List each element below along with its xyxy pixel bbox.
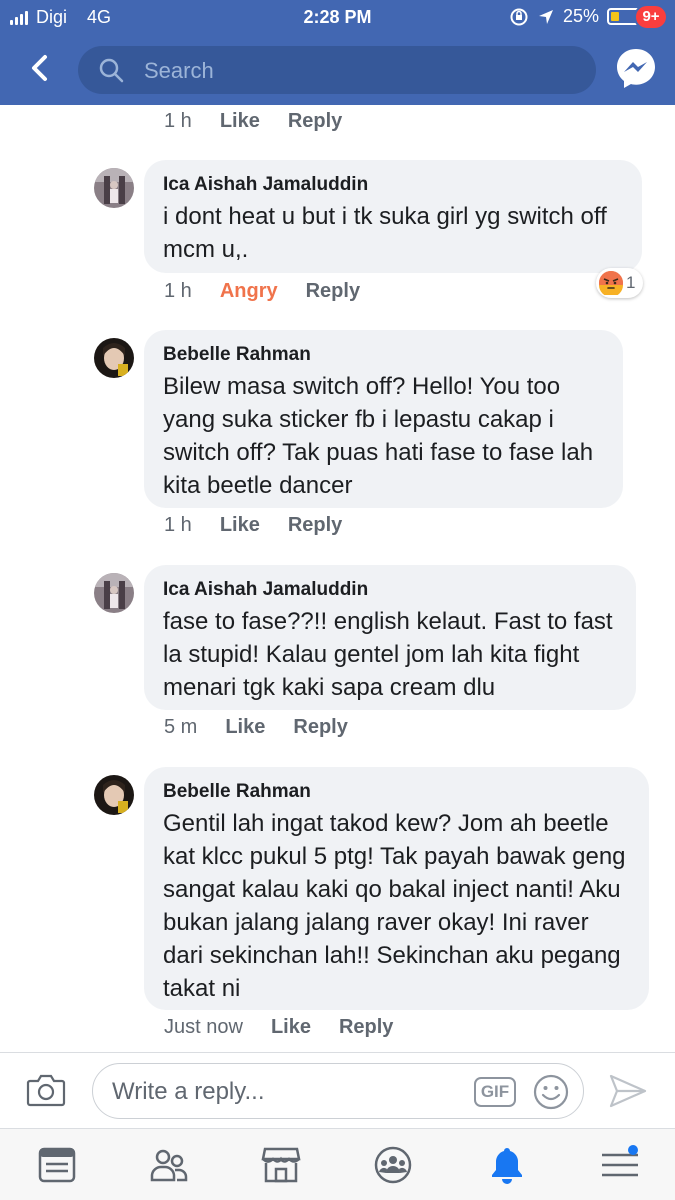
top-bar: Digi 4G 2:28 PM 25% Search 9+	[0, 0, 675, 105]
comment-author[interactable]: Bebelle Rahman	[163, 779, 629, 805]
status-bar: Digi 4G 2:28 PM 25%	[0, 0, 675, 36]
comment-author[interactable]: Ica Aishah Jamaluddin	[163, 172, 622, 198]
marketplace-icon[interactable]	[261, 1145, 301, 1185]
like-button[interactable]: Like	[271, 1016, 311, 1039]
comment-text: Bilew masa switch off? Hello! You too ya…	[163, 373, 594, 499]
angry-reaction-button[interactable]: Angry	[220, 280, 278, 303]
comment-time: 1 h	[164, 280, 192, 302]
comment-text: fase to fase??!! english kelaut. Fast to…	[163, 608, 613, 701]
reply-button[interactable]: Reply	[306, 280, 360, 303]
comment-bubble: Bebelle Rahman Bilew masa switch off? He…	[144, 330, 623, 508]
comment-bubble: Ica Aishah Jamaluddin fase to fase??!! e…	[144, 565, 636, 710]
comment-actions: 1 h Like Reply	[164, 514, 342, 537]
comment-thread-screen: Digi 4G 2:28 PM 25% Search 9+ 1 h Like R…	[0, 0, 675, 1200]
avatar[interactable]	[94, 573, 134, 613]
comment-actions: 1 h Like Reply	[164, 110, 342, 133]
reply-button[interactable]: Reply	[288, 514, 342, 537]
comment-author[interactable]: Ica Aishah Jamaluddin	[163, 577, 616, 603]
menu-icon[interactable]	[600, 1145, 640, 1185]
comment-actions: 1 h Angry Reply	[164, 280, 360, 303]
back-arrow-icon[interactable]	[22, 50, 58, 86]
avatar[interactable]	[94, 168, 134, 208]
messenger-badge: 9+	[634, 4, 668, 30]
location-icon	[538, 9, 553, 24]
avatar-photo	[94, 168, 134, 208]
reaction-summary[interactable]: 1	[596, 268, 644, 298]
search-placeholder: Search	[144, 58, 214, 83]
friends-icon[interactable]	[149, 1145, 189, 1185]
orientation-lock-icon	[510, 8, 528, 25]
notifications-bell-icon[interactable]	[487, 1145, 527, 1185]
avatar-photo	[94, 573, 134, 613]
comment-time: 1 h	[164, 110, 192, 132]
navigation-bar: Search	[0, 36, 675, 105]
camera-icon[interactable]	[26, 1073, 66, 1107]
comment-bubble: Ica Aishah Jamaluddin i dont heat u but …	[144, 160, 642, 273]
reply-composer: Write a reply... GIF	[0, 1052, 675, 1128]
search-icon	[99, 58, 124, 83]
battery-percent: 25%	[562, 6, 599, 26]
comment-text: i dont heat u but i tk suka girl yg swit…	[163, 203, 607, 263]
comment-bubble: Bebelle Rahman Gentil lah ingat takod ke…	[144, 767, 649, 1010]
gif-button[interactable]: GIF	[474, 1077, 516, 1107]
comment-text: Gentil lah ingat takod kew? Jom ah beetl…	[163, 810, 626, 1002]
news-feed-icon[interactable]	[37, 1145, 77, 1185]
sticker-icon[interactable]	[533, 1074, 569, 1110]
reply-button[interactable]: Reply	[339, 1016, 393, 1039]
like-button[interactable]: Like	[225, 716, 265, 739]
like-button[interactable]: Like	[220, 110, 260, 133]
like-button[interactable]: Like	[220, 514, 260, 537]
avatar-photo	[94, 775, 134, 815]
reply-button[interactable]: Reply	[288, 110, 342, 133]
comment-actions: Just now Like Reply	[164, 1016, 393, 1039]
avatar[interactable]	[94, 775, 134, 815]
comment-author[interactable]: Bebelle Rahman	[163, 342, 603, 368]
avatar-photo	[94, 338, 134, 378]
reply-button[interactable]: Reply	[293, 716, 347, 739]
reply-input[interactable]: Write a reply... GIF	[92, 1063, 584, 1119]
groups-icon[interactable]	[373, 1145, 413, 1185]
tab-bar	[0, 1128, 675, 1200]
comment-actions: 5 m Like Reply	[164, 716, 348, 739]
avatar[interactable]	[94, 338, 134, 378]
comment-time: Just now	[164, 1016, 243, 1038]
send-icon[interactable]	[608, 1073, 648, 1109]
search-bar[interactable]: Search	[78, 46, 596, 94]
reply-placeholder: Write a reply...	[112, 1078, 265, 1105]
comment-time: 1 h	[164, 514, 192, 536]
reaction-count: 1	[626, 273, 636, 292]
messenger-icon[interactable]	[614, 46, 658, 90]
comment-time: 5 m	[164, 716, 198, 738]
angry-reaction-icon	[599, 271, 623, 297]
